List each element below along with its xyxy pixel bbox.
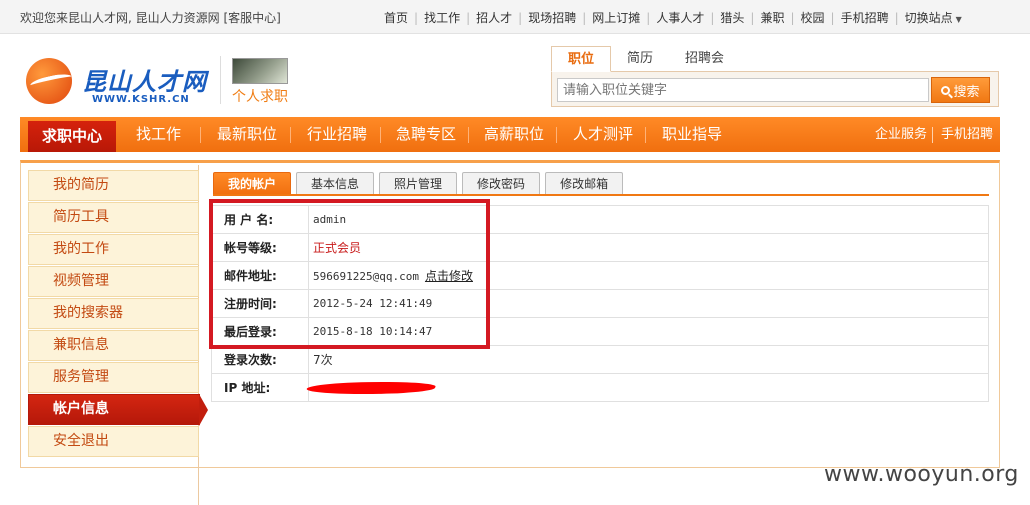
search-icon xyxy=(941,85,951,95)
search-input[interactable] xyxy=(557,78,929,102)
sidebar-item-video[interactable]: 视频管理 xyxy=(28,266,199,297)
logo-text: 昆山人才网 xyxy=(82,68,207,96)
top-link-booth[interactable]: 网上订摊 xyxy=(586,9,646,26)
sidebar-item-resume-tools[interactable]: 简历工具 xyxy=(28,202,199,233)
sidebar-item-my-jobs[interactable]: 我的工作 xyxy=(28,234,199,265)
site-logo[interactable]: 昆山人才网 WWW.KSHR.CN xyxy=(22,52,206,112)
last-login-value: 2015-8-18 10:14:47 xyxy=(308,317,989,346)
search-tab-jobs[interactable]: 职位 xyxy=(551,46,612,72)
ip-label: IP 地址: xyxy=(211,373,309,402)
login-count-value: 7次 xyxy=(308,345,989,374)
job-seeker-badge-image xyxy=(232,58,288,84)
top-link-hr[interactable]: 人事人才 xyxy=(650,9,710,26)
last-login-label: 最后登录: xyxy=(211,317,309,346)
logo-url: WWW.KSHR.CN xyxy=(92,94,190,105)
table-row: 最后登录: 2015-8-18 10:14:47 xyxy=(211,317,989,346)
table-row: 用 户 名: admin xyxy=(211,205,989,234)
register-time-label: 注册时间: xyxy=(211,289,309,318)
search-tab-resumes[interactable]: 简历 xyxy=(611,46,669,72)
nav-item-mobile-recruit[interactable]: 手机招聘 xyxy=(941,117,993,152)
nav-item-career-guide[interactable]: 职业指导 xyxy=(662,117,722,152)
caret-down-icon: ▼ xyxy=(955,15,962,24)
sidebar-item-services[interactable]: 服务管理 xyxy=(28,362,199,393)
redaction-scribble xyxy=(304,382,438,394)
edit-email-link[interactable]: 点击修改 xyxy=(425,269,473,283)
tab-photos[interactable]: 照片管理 xyxy=(379,172,458,195)
tab-my-account[interactable]: 我的帐户 xyxy=(213,172,292,195)
top-link-campus[interactable]: 校园 xyxy=(795,9,831,26)
sidebar-item-account[interactable]: 帐户信息 xyxy=(28,394,208,426)
nav-item-find-job[interactable]: 找工作 xyxy=(136,117,181,152)
sidebar-item-my-resume[interactable]: 我的简历 xyxy=(28,170,199,201)
sidebar: 我的简历 简历工具 我的工作 视频管理 我的搜索器 兼职信息 服务管理 帐户信息… xyxy=(28,170,208,458)
email-value: 596691225@qq.com xyxy=(313,270,419,283)
nav-item-urgent[interactable]: 急聘专区 xyxy=(396,117,456,152)
login-count-label: 登录次数: xyxy=(211,345,309,374)
nav-item-assessment[interactable]: 人才测评 xyxy=(573,117,633,152)
top-nav: 首页 | 找工作 | 招人才 | 现场招聘 | 网上订摊 | 人事人才 | 猎头 | 兼职 | … xyxy=(378,9,968,26)
tab-basic-info[interactable]: 基本信息 xyxy=(296,172,375,195)
welcome-text: 欢迎您来昆山人才网, 昆山人力资源网 [客服中心] xyxy=(20,11,281,25)
account-tabs: 我的帐户 基本信息 照片管理 修改密码 修改邮箱 xyxy=(213,172,624,195)
table-row: IP 地址: xyxy=(211,373,989,402)
level-value: 正式会员 xyxy=(313,241,362,255)
sidebar-item-logout[interactable]: 安全退出 xyxy=(28,426,199,457)
top-link-find-job[interactable]: 找工作 xyxy=(418,9,466,26)
nav-item-high-salary[interactable]: 高薪职位 xyxy=(484,117,544,152)
search-box: 搜索 xyxy=(551,71,999,107)
search-button[interactable]: 搜索 xyxy=(931,77,990,103)
search-tab-fairs[interactable]: 招聘会 xyxy=(669,46,740,72)
table-row: 邮件地址: 596691225@qq.com 点击修改 xyxy=(211,261,989,290)
top-link-onsite[interactable]: 现场招聘 xyxy=(522,9,582,26)
search-tabs: 职位 简历 招聘会 xyxy=(551,46,740,72)
top-link-parttime[interactable]: 兼职 xyxy=(754,9,790,26)
nav-item-enterprise[interactable]: 企业服务 xyxy=(875,117,927,152)
username-label: 用 户 名: xyxy=(211,205,309,234)
top-link-mobile[interactable]: 手机招聘 xyxy=(835,9,895,26)
email-label: 邮件地址: xyxy=(211,261,309,290)
top-link-home[interactable]: 首页 xyxy=(378,9,414,26)
table-row: 注册时间: 2012-5-24 12:41:49 xyxy=(211,289,989,318)
section-label: 个人求职 xyxy=(232,89,288,105)
nav-item-job-center[interactable]: 求职中心 xyxy=(28,121,116,152)
main-nav: 求职中心 找工作 最新职位 行业招聘 急聘专区 高薪职位 人才测评 职业指导 企… xyxy=(20,117,1000,152)
nav-item-latest-jobs[interactable]: 最新职位 xyxy=(217,117,277,152)
top-link-recruit[interactable]: 招人才 xyxy=(470,9,518,26)
top-bar: 欢迎您来昆山人才网, 昆山人力资源网 [客服中心] 首页 | 找工作 | 招人才 | … xyxy=(0,0,1030,34)
account-info-table: 用 户 名: admin 帐号等级: 正式会员 邮件地址: 596691225@… xyxy=(211,205,989,402)
table-row: 帐号等级: 正式会员 xyxy=(211,233,989,262)
tab-change-password[interactable]: 修改密码 xyxy=(462,172,541,195)
level-label: 帐号等级: xyxy=(211,233,309,262)
table-row: 登录次数: 7次 xyxy=(211,345,989,374)
sidebar-item-search-agent[interactable]: 我的搜索器 xyxy=(28,298,199,329)
nav-item-industry[interactable]: 行业招聘 xyxy=(307,117,367,152)
username-value: admin xyxy=(308,205,989,234)
top-link-headhunter[interactable]: 猎头 xyxy=(714,9,750,26)
watermark: www.wooyun.org xyxy=(824,462,1019,487)
sidebar-item-parttime[interactable]: 兼职信息 xyxy=(28,330,199,361)
switch-site-menu[interactable]: 切换站点 ▼ xyxy=(899,9,968,26)
register-time-value: 2012-5-24 12:41:49 xyxy=(308,289,989,318)
tab-change-email[interactable]: 修改邮箱 xyxy=(545,172,624,195)
